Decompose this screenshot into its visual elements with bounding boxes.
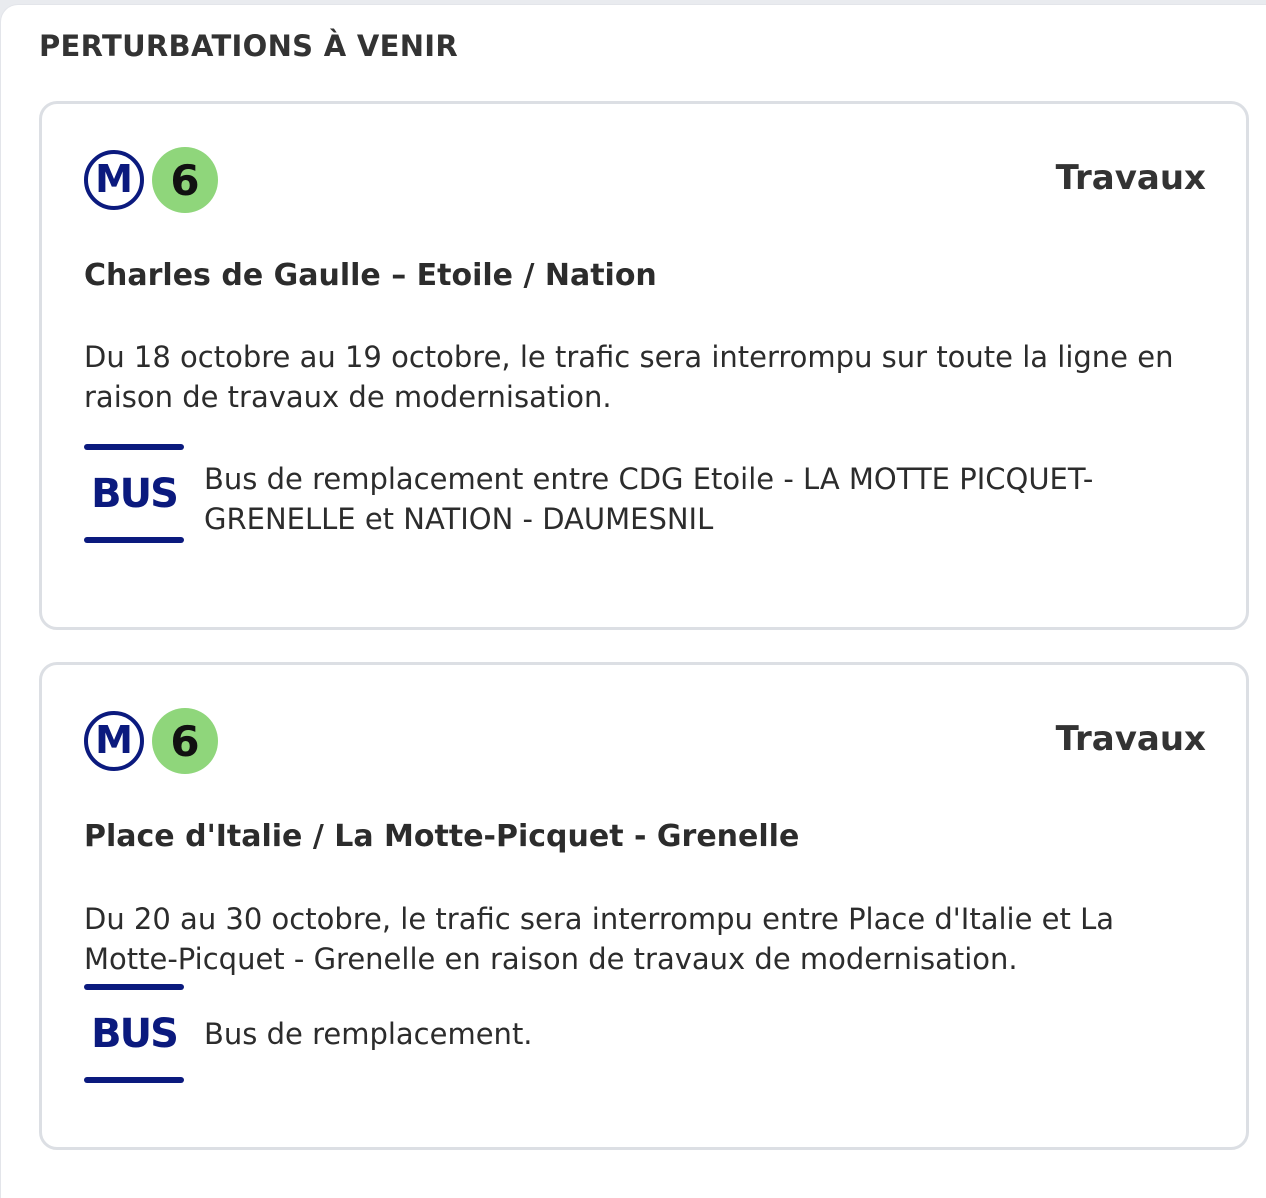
disruption-route: Charles de Gaulle – Etoile / Nation (84, 258, 657, 293)
disruption-description: Du 18 octobre au 19 octobre, le trafic s… (84, 340, 1174, 414)
bus-icon-label: BUS (91, 471, 179, 517)
line-6-icon: 6 (152, 708, 218, 774)
disruption-description: Du 20 au 30 octobre, le trafic sera inte… (84, 902, 1114, 976)
replacement-bus: BUS Bus de remplacement entre CDG Etoile… (84, 444, 1204, 544)
metro-icon-letter: M (95, 157, 133, 201)
line-badges: M 6 (84, 708, 218, 774)
bus-icon: BUS (84, 984, 184, 1084)
section-title: PERTURBATIONS À VENIR (39, 29, 459, 63)
bus-icon-top-rule (84, 444, 184, 450)
replacement-bus-text: Bus de remplacement entre CDG Etoile - L… (204, 462, 1094, 536)
bus-icon-bottom-rule (84, 537, 184, 543)
line-6-icon: 6 (152, 147, 218, 213)
disruption-category: Travaux (1055, 719, 1206, 759)
metro-icon: M (84, 150, 144, 210)
replacement-bus-text: Bus de remplacement. (204, 1017, 533, 1051)
disruptions-panel: PERTURBATIONS À VENIR M 6 Travaux Charle… (0, 4, 1266, 1198)
metro-icon-letter: M (95, 718, 133, 762)
disruption-card[interactable]: M 6 Travaux Place d'Italie / La Motte-Pi… (39, 662, 1249, 1150)
replacement-bus: BUS Bus de remplacement. (84, 984, 1204, 1084)
bus-icon-label: BUS (91, 1011, 179, 1057)
disruption-route: Place d'Italie / La Motte-Picquet - Gren… (84, 819, 800, 854)
line-badges: M 6 (84, 147, 218, 213)
metro-icon: M (84, 711, 144, 771)
bus-icon: BUS (84, 444, 184, 544)
bus-icon-top-rule (84, 984, 184, 990)
bus-icon-bottom-rule (84, 1077, 184, 1083)
disruption-card[interactable]: M 6 Travaux Charles de Gaulle – Etoile /… (39, 101, 1249, 630)
disruption-category: Travaux (1055, 158, 1206, 198)
